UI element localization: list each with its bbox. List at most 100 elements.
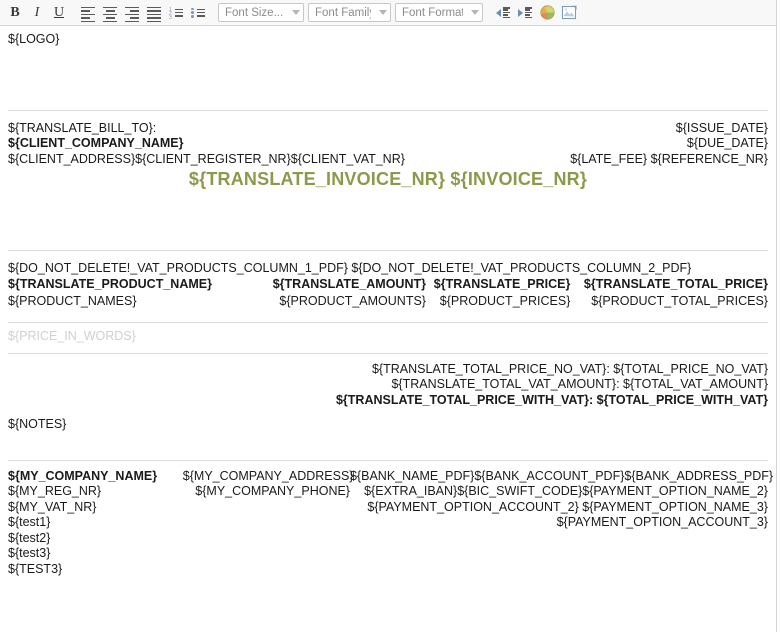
underline-icon: U bbox=[53, 4, 65, 20]
bank-line-1: ${BANK_NAME_PDF}${BANK_ACCOUNT_PDF}${BAN… bbox=[349, 468, 773, 485]
editor-toolbar: B I U 1 2 3 Font Size... Font Famil Font… bbox=[0, 0, 777, 26]
increase-indent-button[interactable] bbox=[514, 2, 536, 24]
total-vat-amount-value: ${TOTAL_VAT_AMOUNT} bbox=[623, 377, 768, 391]
align-right-icon bbox=[125, 6, 139, 22]
my-reg-nr: ${MY_REG_NR} bbox=[8, 484, 102, 498]
total-with-vat-row: ${TRANSLATE_TOTAL_PRICE_WITH_VAT}: ${TOT… bbox=[8, 393, 768, 409]
product-prices: ${PRODUCT_PRICES} bbox=[439, 293, 571, 308]
bulleted-list-button[interactable] bbox=[187, 2, 209, 24]
rich-text-editor-app: B I U 1 2 3 Font Size... Font Famil Font… bbox=[0, 0, 783, 632]
late-fee-and-reference-line: ${LATE_FEE} ${REFERENCE_NR} bbox=[479, 152, 768, 168]
decrease-indent-button[interactable] bbox=[492, 2, 514, 24]
chevron-down-icon bbox=[471, 10, 479, 15]
client-details-line: ${CLIENT_ADDRESS}${CLIENT_REGISTER_NR}${… bbox=[8, 152, 479, 168]
notes: ${NOTES} bbox=[8, 417, 67, 431]
product-names: ${PRODUCT_NAMES} bbox=[8, 293, 137, 308]
italic-button[interactable]: I bbox=[26, 2, 48, 24]
font-format-label: Font Format bbox=[402, 6, 463, 19]
invoice-title-translate: ${TRANSLATE_INVOICE_NR} bbox=[188, 169, 446, 189]
bank-line-3: ${PAYMENT_OPTION_ACCOUNT_2} ${PAYMENT_OP… bbox=[350, 500, 768, 516]
footer-row: ${MY_COMPANY_NAME} ${MY_REG_NR} ${MY_VAT… bbox=[8, 468, 773, 578]
total-no-vat-row: ${TRANSLATE_TOTAL_PRICE_NO_VAT}: ${TOTAL… bbox=[8, 362, 768, 378]
payment-option-account-3: ${PAYMENT_OPTION_ACCOUNT_3} bbox=[556, 515, 768, 529]
underline-button[interactable]: U bbox=[48, 2, 70, 24]
bill-to-label: ${TRANSLATE_BILL_TO}: bbox=[8, 120, 157, 135]
bill-to-block: ${TRANSLATE_BILL_TO}: ${CLIENT_COMPANY_N… bbox=[8, 121, 479, 168]
numbered-list-button[interactable]: 123 bbox=[165, 2, 187, 24]
footer-contact-block: ${MY_COMPANY_ADDRESS} ${MY_COMPANY_PHONE… bbox=[182, 468, 354, 578]
insert-image-button[interactable] bbox=[558, 2, 580, 24]
header-product-name: ${TRANSLATE_PRODUCT_NAME} bbox=[8, 277, 212, 291]
align-justify-button[interactable] bbox=[143, 2, 165, 24]
products-column-1-pdf: ${DO_NOT_DELETE!_VAT_PRODUCTS_COLUMN_1_P… bbox=[8, 260, 348, 275]
test2-placeholder: ${test2} bbox=[8, 530, 51, 545]
align-center-button[interactable] bbox=[99, 2, 121, 24]
align-justify-icon bbox=[147, 6, 161, 22]
my-vat-nr: ${MY_VAT_NR} bbox=[8, 499, 97, 514]
products-table-values-row: ${PRODUCT_NAMES} ${PRODUCT_AMOUNTS} ${PR… bbox=[8, 294, 768, 310]
price-in-words: ${PRICE_IN_WORDS} bbox=[8, 329, 136, 343]
issue-date: ${ISSUE_DATE} bbox=[675, 120, 768, 135]
total-no-vat-label: ${TRANSLATE_TOTAL_PRICE_NO_VAT}: bbox=[371, 361, 610, 376]
invoice-title-number: ${INVOICE_NR} bbox=[450, 169, 588, 189]
my-company-address: ${MY_COMPANY_ADDRESS} bbox=[182, 468, 354, 483]
invoice-template-document: ${LOGO} ${TRANSLATE_BILL_TO}: ${CLIENT_C… bbox=[0, 26, 776, 577]
font-family-label: Font Family. bbox=[315, 6, 371, 19]
footer-bank-block: ${BANK_NAME_PDF}${BANK_ACCOUNT_PDF}${BAN… bbox=[349, 468, 773, 578]
total-vat-amount-row: ${TRANSLATE_TOTAL_VAT_AMOUNT}: ${TOTAL_V… bbox=[8, 377, 768, 393]
logo-placeholder: ${LOGO} bbox=[8, 32, 60, 46]
align-center-icon bbox=[103, 6, 117, 22]
font-family-select[interactable]: Font Family. bbox=[308, 3, 391, 22]
bank-line-2: ${EXTRA_IBAN}${BIC_SWIFT_CODE}${PAYMENT_… bbox=[350, 484, 768, 500]
bank-line-4: ${PAYMENT_OPTION_ACCOUNT_3} bbox=[350, 515, 768, 531]
client-company-name: ${CLIENT_COMPANY_NAME} bbox=[8, 136, 184, 150]
font-size-select[interactable]: Font Size... bbox=[218, 3, 304, 22]
test3-placeholder: ${test3} bbox=[8, 546, 51, 560]
bic-swift-code: ${BIC_SWIFT_CODE} bbox=[457, 484, 583, 498]
vertical-scrollbar[interactable] bbox=[778, 0, 783, 632]
footer-company-block: ${MY_COMPANY_NAME} ${MY_REG_NR} ${MY_VAT… bbox=[8, 469, 183, 578]
bold-icon: B bbox=[10, 4, 20, 20]
italic-icon: I bbox=[34, 4, 40, 20]
editor-content-area[interactable]: ${LOGO} ${TRANSLATE_BILL_TO}: ${CLIENT_C… bbox=[0, 26, 777, 632]
total-vat-amount-label: ${TRANSLATE_TOTAL_VAT_AMOUNT}: bbox=[391, 377, 620, 391]
title-block-spacer bbox=[8, 188, 768, 250]
late-fee: ${LATE_FEE} bbox=[570, 151, 648, 166]
decrease-indent-icon bbox=[496, 7, 510, 19]
insert-image-icon bbox=[561, 5, 577, 20]
bank-name-pdf: ${BANK_NAME_PDF} bbox=[349, 468, 475, 483]
bold-button[interactable]: B bbox=[4, 2, 26, 24]
bank-address-pdf: ${BANK_ADDRESS_PDF} bbox=[624, 468, 774, 483]
bank-account-pdf: ${BANK_ACCOUNT_PDF} bbox=[474, 468, 625, 483]
payment-option-account-2: ${PAYMENT_OPTION_ACCOUNT_2} bbox=[367, 499, 579, 514]
test1-placeholder: ${test1} bbox=[8, 515, 51, 529]
my-company-phone: ${MY_COMPANY_PHONE} bbox=[195, 484, 350, 498]
client-address: ${CLIENT_ADDRESS} bbox=[8, 151, 136, 166]
font-format-select[interactable]: Font Format bbox=[395, 3, 483, 22]
align-left-icon bbox=[81, 6, 95, 22]
dates-block: ${ISSUE_DATE} ${DUE_DATE} ${LATE_FEE} ${… bbox=[479, 121, 768, 168]
text-color-button[interactable] bbox=[536, 2, 558, 24]
increase-indent-icon bbox=[518, 7, 532, 19]
align-left-button[interactable] bbox=[77, 2, 99, 24]
client-register-nr: ${CLIENT_REGISTER_NR} bbox=[135, 151, 291, 166]
products-table-header-row: ${TRANSLATE_PRODUCT_NAME} ${TRANSLATE_AM… bbox=[8, 277, 768, 293]
total-no-vat-value: ${TOTAL_PRICE_NO_VAT} bbox=[613, 361, 768, 376]
total-with-vat-value: ${TOTAL_PRICE_WITH_VAT} bbox=[596, 392, 768, 407]
products-column-2-pdf: ${DO_NOT_DELETE!_VAT_PRODUCTS_COLUMN_2_P… bbox=[351, 260, 692, 275]
client-vat-nr: ${CLIENT_VAT_NR} bbox=[290, 151, 405, 166]
product-total-prices: ${PRODUCT_TOTAL_PRICES} bbox=[591, 293, 768, 308]
extra-iban: ${EXTRA_IBAN} bbox=[364, 484, 458, 498]
bulleted-list-icon bbox=[191, 7, 205, 19]
reference-nr: ${REFERENCE_NR} bbox=[650, 151, 768, 166]
chevron-down-icon bbox=[292, 10, 300, 15]
products-pdf-column-markers: ${DO_NOT_DELETE!_VAT_PRODUCTS_COLUMN_1_P… bbox=[8, 261, 768, 277]
payment-option-name-3: ${PAYMENT_OPTION_NAME_3} bbox=[582, 499, 768, 514]
align-right-button[interactable] bbox=[121, 2, 143, 24]
